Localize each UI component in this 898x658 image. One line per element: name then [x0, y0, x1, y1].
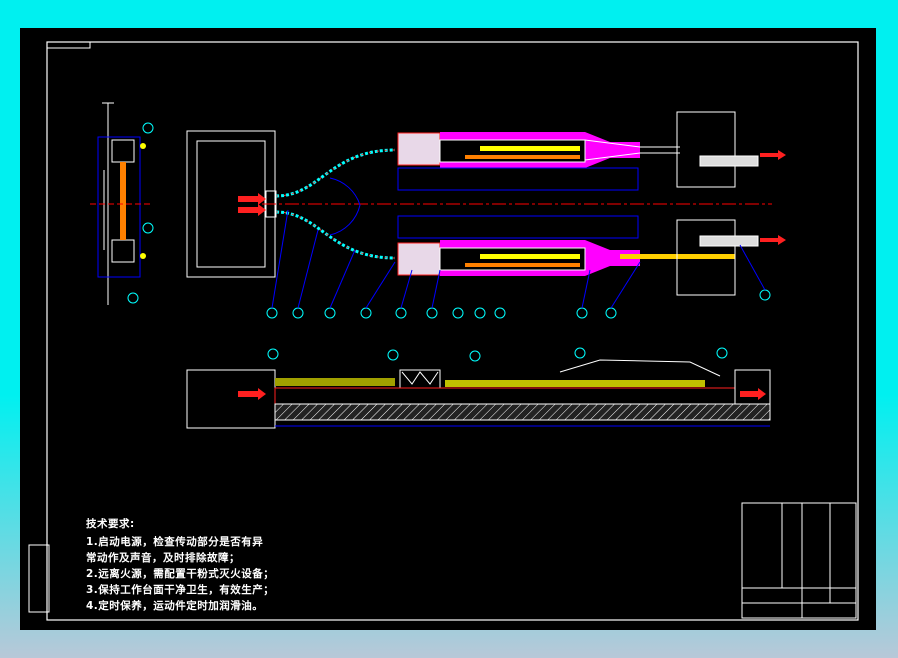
cad-drawing-canvas[interactable]: 技术要求: 1.启动电源，检查传动部分是否有异 常动作及声音，及时排除故障； 2… [20, 28, 876, 630]
tech-req-item: 3.保持工作台面干净卫生，有效生产； [86, 584, 275, 596]
tech-req-item: 常动作及声音，及时排除故障； [86, 552, 240, 564]
feed-pipe-upper [275, 148, 396, 198]
balloon [142, 122, 154, 134]
side-view [90, 102, 154, 305]
part-balloons [266, 289, 771, 319]
flow-arrow-icon [238, 388, 266, 400]
oven-lower [397, 215, 786, 296]
tech-req-title: 技术要求: [86, 518, 135, 530]
balloon [127, 292, 139, 304]
flow-arrow-icon [760, 150, 786, 160]
flow-arrow-icon [740, 388, 766, 400]
balloon [142, 222, 154, 234]
sheet-tab [46, 41, 91, 49]
flow-arrow-icon [238, 204, 266, 216]
oven-upper [397, 111, 786, 191]
flow-arrow-icon [238, 193, 266, 205]
revision-box [28, 544, 50, 613]
flow-arrow-icon [760, 235, 786, 245]
tech-req-item: 4.定时保养，运动件定时加润滑油。 [86, 600, 264, 612]
tech-req-item: 2.远离火源，需配置干粉式灭火设备； [86, 568, 275, 580]
feed-pipe-lower [275, 210, 396, 260]
tech-req-item: 1.启动电源，检查传动部分是否有异 [86, 536, 264, 548]
title-block [741, 502, 857, 619]
